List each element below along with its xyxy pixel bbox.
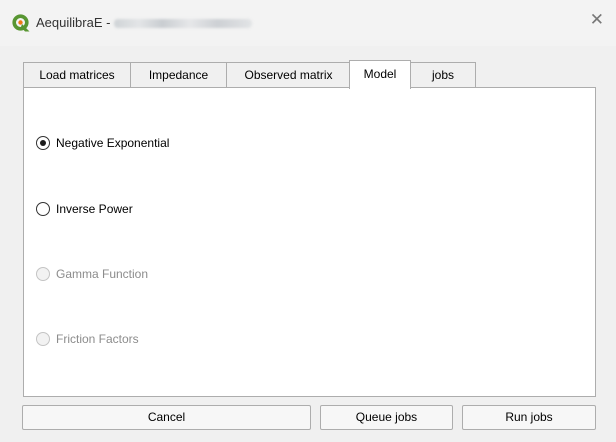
qgis-logo-icon [12, 14, 30, 32]
radio-button[interactable] [36, 202, 50, 216]
tab-load-matrices[interactable]: Load matrices [23, 62, 131, 88]
window-title-text: AequilibraE - [36, 15, 111, 30]
tab-jobs[interactable]: jobs [410, 62, 476, 88]
tab-model[interactable]: Model [349, 60, 411, 89]
option-inverse-power[interactable]: Inverse Power [36, 199, 133, 219]
tab-impedance[interactable]: Impedance [130, 62, 227, 88]
option-gamma-function: Gamma Function [36, 264, 148, 284]
tab-observed-matrix[interactable]: Observed matrix [226, 62, 351, 88]
queue-jobs-button[interactable]: Queue jobs [320, 405, 453, 430]
option-label: Gamma Function [56, 267, 149, 281]
radio-button-checked[interactable] [36, 136, 50, 150]
option-label: Inverse Power [56, 202, 133, 216]
title-bar: AequilibraE - ✕ [0, 0, 616, 46]
close-icon[interactable]: ✕ [590, 12, 604, 29]
option-label: Negative Exponential [56, 136, 170, 150]
radio-button-disabled [36, 332, 50, 346]
redacted-project-name [114, 19, 253, 29]
option-negative-exponential[interactable]: Negative Exponential [36, 133, 169, 153]
window-title: AequilibraE - [36, 15, 253, 30]
option-label: Friction Factors [56, 332, 139, 346]
radio-button-disabled [36, 267, 50, 281]
option-friction-factors: Friction Factors [36, 329, 139, 349]
cancel-button[interactable]: Cancel [22, 405, 311, 430]
run-jobs-button[interactable]: Run jobs [462, 405, 596, 430]
model-tab-panel: Negative Exponential Inverse Power Gamma… [23, 87, 596, 397]
